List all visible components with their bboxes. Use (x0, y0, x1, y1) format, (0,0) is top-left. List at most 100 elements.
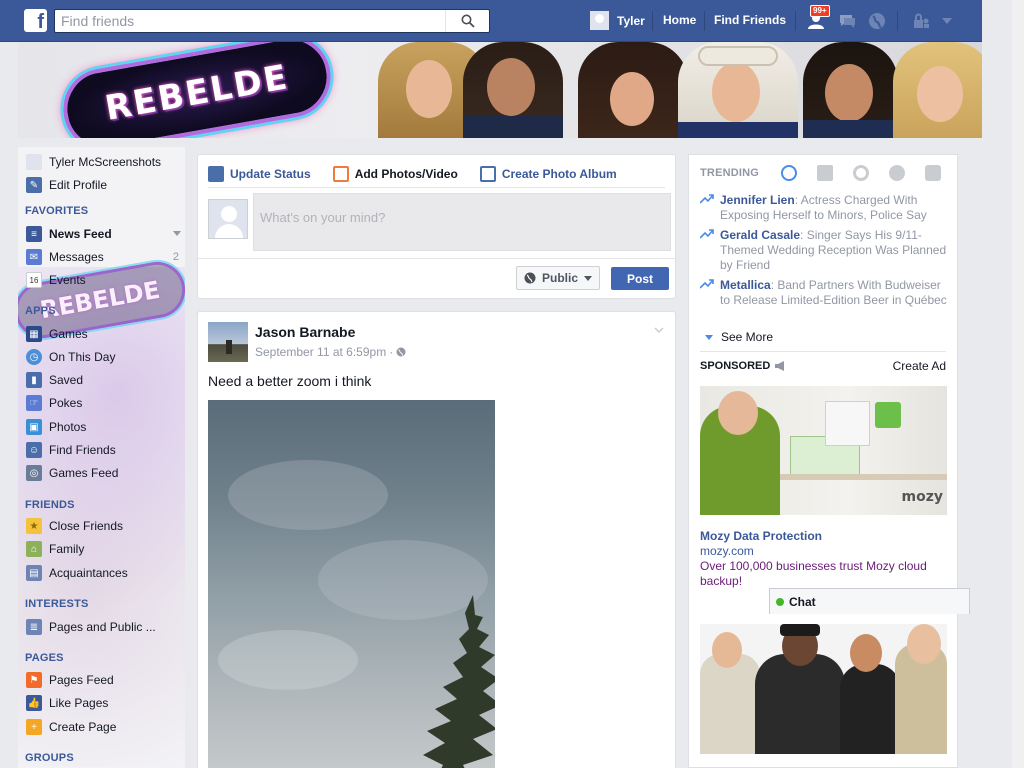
tab-add-photos[interactable]: Add Photos/Video (332, 166, 458, 182)
sidebar-item-close-friends[interactable]: ★ Close Friends (26, 516, 123, 536)
sidebar-item-news-feed[interactable]: ≡ News Feed (26, 224, 181, 244)
sidebar-item-events[interactable]: 16 Events (26, 270, 86, 290)
caret-down-icon (705, 334, 713, 340)
sidebar-item-pages-feed[interactable]: ⚑ Pages Feed (26, 670, 114, 690)
sidebar-item-pages-and-public[interactable]: ≣ Pages and Public ... (26, 617, 156, 637)
sidebar-item-label: Create Page (49, 720, 117, 734)
ad-image-mozy[interactable]: mozy (700, 386, 947, 515)
sidebar-item-label: Games Feed (49, 466, 119, 480)
album-icon (479, 166, 496, 182)
sidebar-item-photos[interactable]: ▣ Photos (26, 417, 86, 437)
sidebar-item-games[interactable]: ▦ Games (26, 324, 88, 344)
privacy-selector[interactable]: Public (516, 266, 600, 290)
lock-people-icon (914, 13, 929, 28)
sponsored-label: SPONSORED (700, 360, 771, 372)
house-icon: ⌂ (26, 541, 42, 557)
see-more-link[interactable]: See More (705, 330, 773, 344)
avatar (590, 11, 609, 30)
sports-icon[interactable] (889, 165, 905, 181)
tree-silhouette (423, 595, 495, 768)
list-icon: ≣ (26, 619, 42, 635)
game-controller-icon: ◎ (26, 465, 42, 481)
ad-url[interactable]: mozy.com (700, 544, 754, 558)
politics-icon[interactable] (817, 165, 833, 181)
trending-heading: TRENDING (700, 167, 760, 179)
chevron-down-icon[interactable] (173, 231, 181, 236)
entertainment-icon[interactable] (925, 165, 941, 181)
privacy-shortcuts-button[interactable] (911, 11, 931, 31)
messages-icon (840, 15, 855, 28)
sidebar-item-messages[interactable]: ✉ Messages 2 (26, 247, 181, 267)
story-text: Need a better zoom i think (208, 373, 372, 389)
sidebar-item-on-this-day[interactable]: ◷ On This Day (26, 347, 115, 367)
facebook-logo[interactable]: f (24, 9, 47, 32)
sidebar-item-label: Acquaintances (49, 566, 128, 580)
trending-arrow-icon (700, 194, 714, 204)
tab-create-album[interactable]: Create Photo Album (479, 166, 617, 182)
sidebar-item-label: Games (49, 327, 88, 341)
messages-count: 2 (172, 251, 179, 263)
home-link[interactable]: Home (663, 13, 696, 27)
left-sidebar: REBELDE Tyler McScreenshots ✎ Edit Profil… (18, 147, 185, 768)
sidebar-item-pokes[interactable]: ☞ Pokes (26, 393, 82, 413)
sidebar-item-label: Find Friends (49, 443, 116, 457)
pencil-icon (208, 166, 224, 182)
trending-item[interactable]: Gerald Casale: Singer Says His 9/11-Them… (700, 228, 948, 273)
sidebar-item-find-friends[interactable]: ☺ Find Friends (26, 440, 116, 460)
sidebar-item-create-page[interactable]: + Create Page (26, 717, 116, 737)
sidebar-item-label: Messages (49, 250, 104, 264)
poke-hand-icon: ☞ (26, 395, 42, 411)
megaphone-icon (775, 361, 785, 371)
section-heading-pages: PAGES (25, 652, 64, 664)
search-button[interactable] (445, 10, 489, 32)
find-friends-link[interactable]: Find Friends (714, 13, 786, 27)
chat-tab[interactable]: Chat (769, 588, 970, 614)
trending-item[interactable]: Jennifer Lien: Actress Charged With Expo… (700, 193, 948, 223)
caret-down-icon (584, 275, 592, 281)
globe-icon[interactable] (396, 347, 406, 357)
banner-person (893, 42, 982, 138)
section-heading-groups: GROUPS (25, 752, 74, 764)
notifications-button[interactable] (867, 11, 887, 31)
top-navigation-bar: f Tyler Home Find Friends 99+ (0, 0, 982, 42)
sponsored-heading: SPONSORED (700, 360, 786, 372)
sidebar-item-saved[interactable]: ▮ Saved (26, 370, 83, 390)
ad-title[interactable]: Mozy Data Protection (700, 529, 822, 543)
tab-update-status[interactable]: Update Status (208, 166, 311, 182)
story-photo[interactable] (208, 400, 495, 768)
sidebar-item-label: Close Friends (49, 519, 124, 533)
story-author[interactable]: Jason Barnabe (255, 324, 355, 340)
status-input[interactable] (254, 194, 670, 250)
story-timestamp[interactable]: September 11 at 6:59pm (255, 345, 386, 359)
sidebar-item-games-feed[interactable]: ◎ Games Feed (26, 463, 118, 483)
sidebar-item-profile[interactable]: Tyler McScreenshots (26, 152, 161, 172)
post-button[interactable]: Post (611, 267, 669, 290)
account-menu-button[interactable] (937, 11, 957, 31)
divider (897, 11, 898, 31)
divider (198, 258, 675, 259)
rebelde-logo-text: REBELDE (102, 57, 292, 129)
sidebar-item-label: Events (49, 273, 86, 287)
feed-story: Jason Barnabe September 11 at 6:59pm · N… (197, 311, 676, 768)
tab-label: Update Status (230, 167, 311, 181)
trending-item[interactable]: Metallica: Band Partners With Budweiser … (700, 278, 948, 308)
profile-link[interactable]: Tyler (590, 11, 645, 30)
sidebar-item-like-pages[interactable]: 👍 Like Pages (26, 693, 108, 713)
science-icon[interactable] (853, 165, 869, 181)
avatar[interactable] (208, 322, 248, 362)
news-feed-icon: ≡ (26, 226, 42, 242)
globe-icon (869, 13, 885, 29)
sidebar-item-edit-profile[interactable]: ✎ Edit Profile (26, 175, 107, 195)
sidebar-item-acquaintances[interactable]: ▤ Acquaintances (26, 563, 128, 583)
page-scrollbar[interactable] (1012, 0, 1024, 768)
trending-top-icon[interactable] (781, 165, 797, 181)
ad-image-security[interactable] (700, 624, 947, 754)
chevron-down-icon[interactable] (653, 324, 665, 336)
sidebar-item-family[interactable]: ⌂ Family (26, 539, 84, 559)
create-ad-link[interactable]: Create Ad (893, 359, 946, 373)
search-input[interactable] (55, 10, 445, 32)
find-friends-icon: ☺ (26, 442, 42, 458)
mozy-logo: mozy (901, 489, 943, 505)
avatar (26, 154, 42, 170)
messages-button[interactable] (837, 11, 857, 31)
